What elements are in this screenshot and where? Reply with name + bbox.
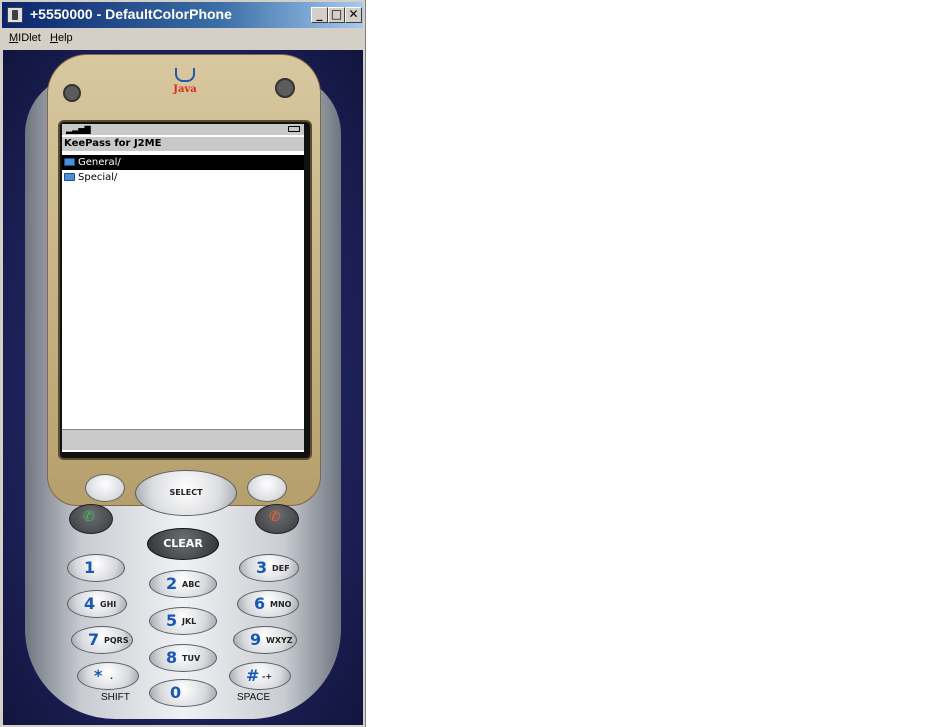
menu-bar: MIDlet Help bbox=[2, 29, 363, 49]
power-button[interactable] bbox=[275, 78, 295, 98]
select-label: SELECT bbox=[169, 488, 203, 497]
space-label: SPACE bbox=[237, 692, 271, 703]
key-6[interactable]: 6 MNO bbox=[237, 590, 299, 618]
window-title: +5550000 - DefaultColorPhone bbox=[30, 6, 232, 22]
key-star[interactable]: *. bbox=[77, 662, 139, 690]
clear-button[interactable]: CLEAR bbox=[147, 528, 219, 560]
emulator-window: +5550000 - DefaultColorPhone _ □ ✕ MIDle… bbox=[0, 0, 366, 727]
key-7[interactable]: 7 PQRS bbox=[71, 626, 133, 654]
folder-list: General/ Special/ bbox=[62, 155, 304, 185]
key-8[interactable]: 8 TUV bbox=[149, 644, 217, 672]
java-logo: Java bbox=[170, 62, 200, 106]
java-cup-icon bbox=[175, 68, 195, 82]
menu-midlet[interactable]: MIDlet bbox=[9, 32, 41, 44]
maximize-button[interactable]: □ bbox=[328, 7, 345, 23]
key-1[interactable]: 1 bbox=[67, 554, 125, 582]
screen-title: KeePass for J2ME bbox=[62, 137, 304, 151]
minimize-button[interactable]: _ bbox=[311, 7, 328, 23]
key-hash[interactable]: # -+ bbox=[229, 662, 291, 690]
shift-label: SHIFT bbox=[101, 692, 130, 703]
key-4[interactable]: 4 GHI bbox=[67, 590, 127, 618]
close-button[interactable]: ✕ bbox=[345, 7, 362, 23]
camera-icon bbox=[63, 84, 81, 102]
softkey-bar bbox=[62, 429, 304, 450]
left-soft-key[interactable] bbox=[85, 474, 125, 502]
status-bar: ▂▃▅▇ bbox=[62, 124, 304, 135]
signal-icon: ▂▃▅▇ bbox=[66, 125, 91, 134]
battery-icon bbox=[288, 126, 300, 132]
navigation-key[interactable]: SELECT bbox=[135, 470, 237, 516]
end-call-button[interactable]: ✆ bbox=[255, 504, 299, 534]
list-item[interactable]: General/ bbox=[62, 155, 304, 170]
key-2[interactable]: 2 ABC bbox=[149, 570, 217, 598]
key-0[interactable]: 0 bbox=[149, 679, 217, 707]
phone-device: Java ▂▃▅▇ KeePass for J2ME General/ Spec… bbox=[25, 54, 341, 722]
key-3[interactable]: 3 DEF bbox=[239, 554, 299, 582]
phone-screen: ▂▃▅▇ KeePass for J2ME General/ Special/ bbox=[62, 124, 304, 452]
key-5[interactable]: 5 JKL bbox=[149, 607, 217, 635]
phone-app-icon bbox=[7, 7, 23, 23]
call-button[interactable]: ✆ bbox=[69, 504, 113, 534]
phone-green-icon: ✆ bbox=[83, 509, 95, 525]
right-soft-key[interactable] bbox=[247, 474, 287, 502]
phone-red-icon: ✆ bbox=[269, 509, 281, 525]
emulator-background: Java ▂▃▅▇ KeePass for J2ME General/ Spec… bbox=[3, 50, 363, 725]
title-bar[interactable]: +5550000 - DefaultColorPhone _ □ ✕ bbox=[2, 2, 363, 28]
folder-icon bbox=[64, 173, 75, 181]
folder-icon bbox=[64, 158, 75, 166]
key-9[interactable]: 9 WXYZ bbox=[233, 626, 297, 654]
menu-help[interactable]: Help bbox=[50, 32, 73, 44]
list-item[interactable]: Special/ bbox=[62, 170, 304, 185]
